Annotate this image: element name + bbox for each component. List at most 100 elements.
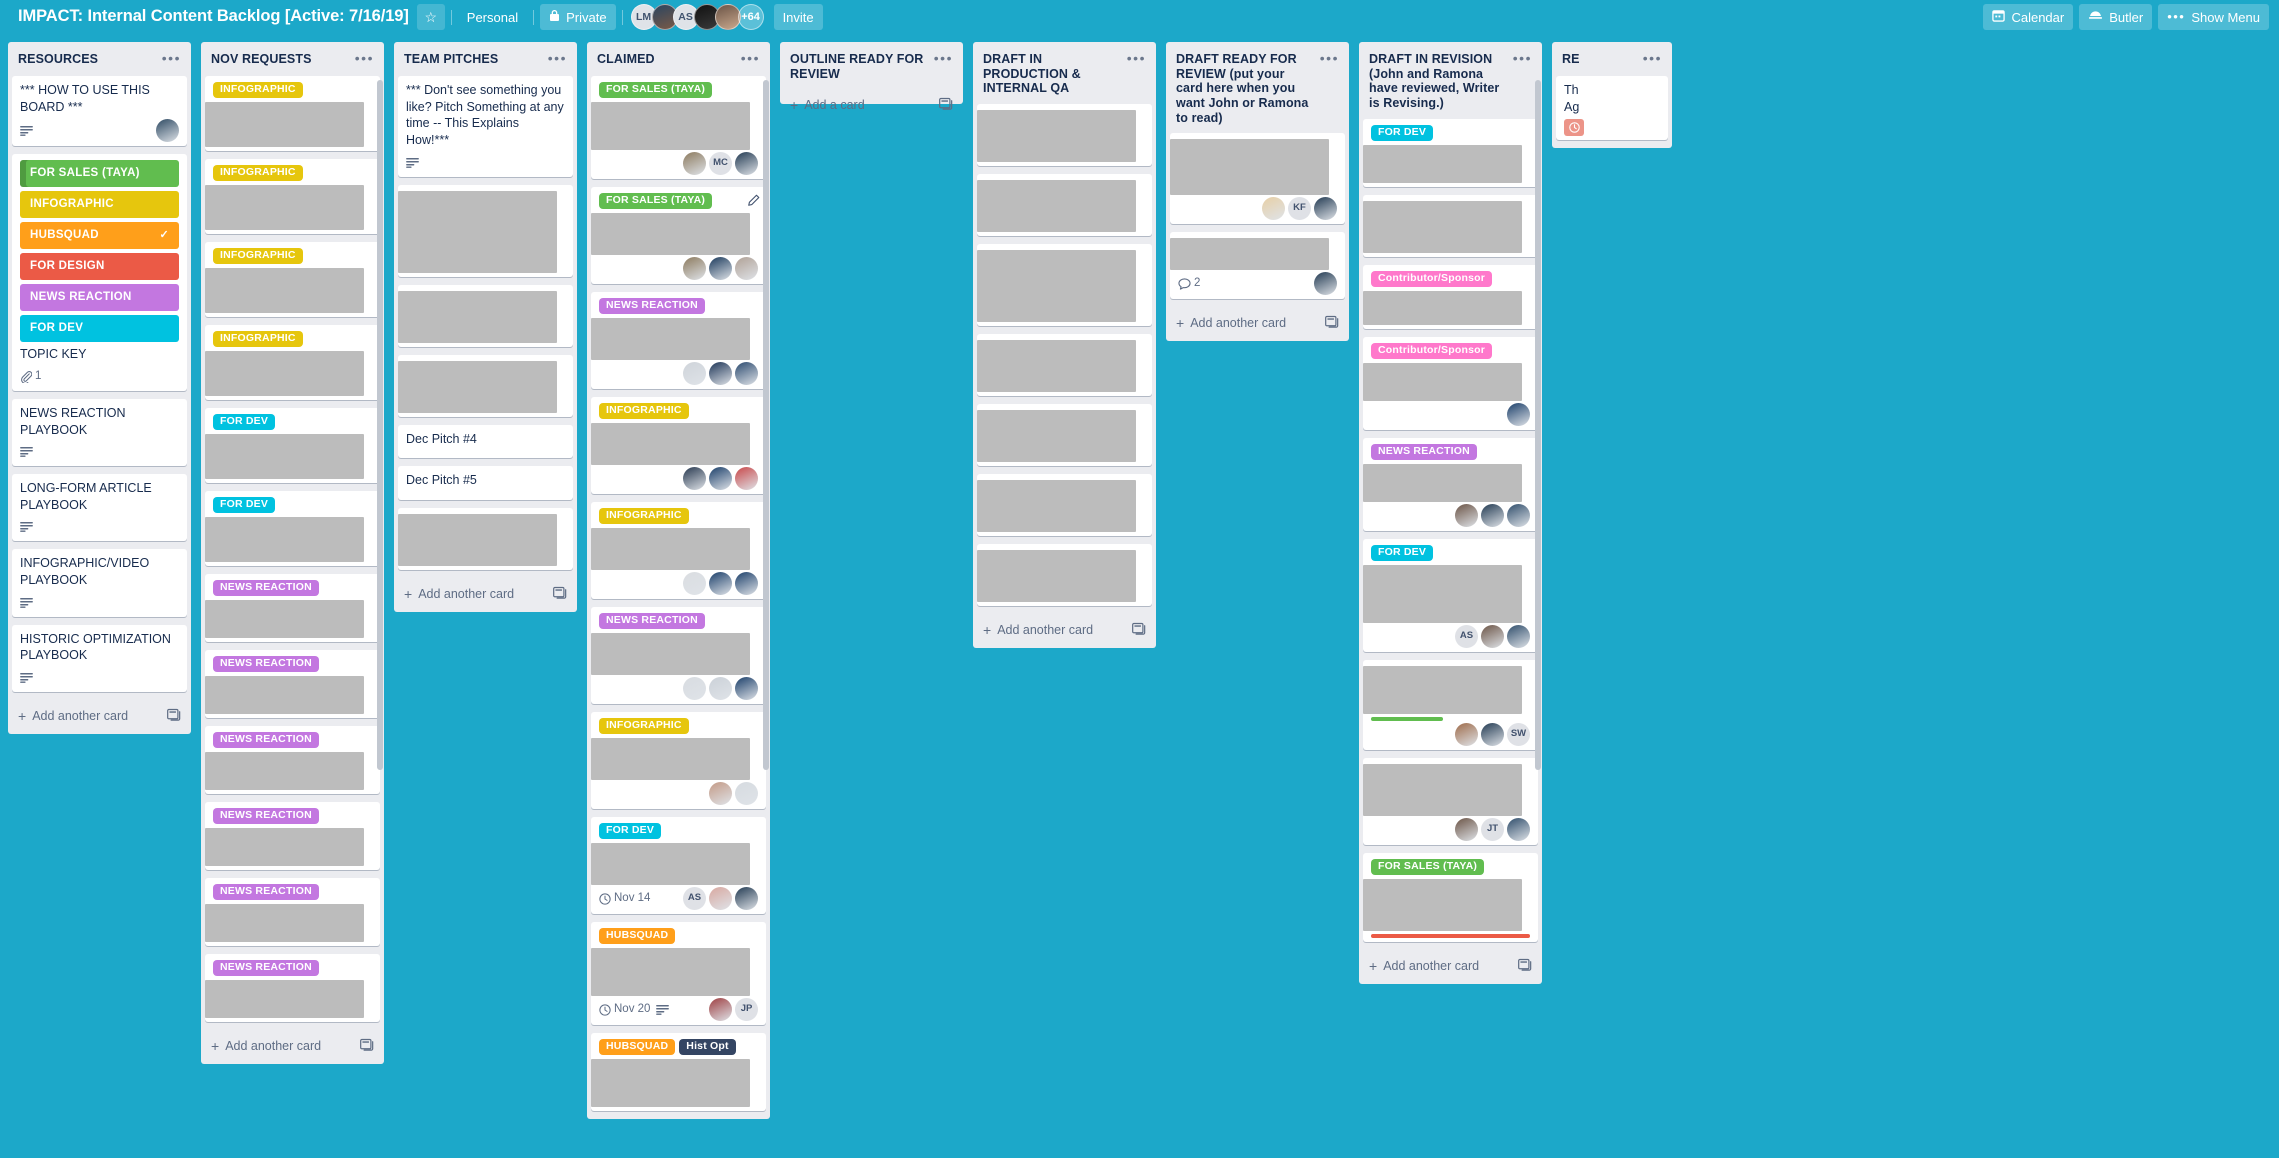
avatar[interactable]: AS — [683, 887, 706, 910]
list-title[interactable]: DRAFT IN REVISION (John and Ramona have … — [1369, 52, 1507, 111]
show-menu-button[interactable]: ••• Show Menu — [2158, 4, 2269, 30]
card[interactable]: NEWS REACTION — [591, 607, 766, 704]
avatar[interactable] — [1481, 722, 1504, 746]
card[interactable]: FOR DEV — [205, 408, 380, 483]
avatar[interactable] — [714, 4, 741, 30]
card[interactable]: *** HOW TO USE THIS BOARD *** — [12, 76, 187, 147]
legend-label[interactable]: NEWS REACTION — [20, 284, 179, 312]
card-label[interactable]: FOR SALES (TAYA) — [1371, 858, 1485, 875]
card[interactable]: NEWS REACTION — [1363, 437, 1538, 531]
list-menu-icon[interactable]: ••• — [932, 51, 955, 68]
card-label[interactable]: FOR DEV — [599, 823, 662, 839]
avatar[interactable] — [735, 887, 758, 910]
avatar[interactable] — [1507, 503, 1530, 527]
list-title[interactable]: NOV REQUESTS — [211, 52, 349, 67]
star-icon[interactable]: ☆ — [416, 4, 445, 30]
card-label[interactable]: FOR DEV — [213, 414, 276, 430]
avatar[interactable]: MC — [709, 152, 732, 175]
card[interactable]: NEWS REACTION — [205, 650, 380, 718]
avatar[interactable] — [709, 467, 732, 490]
list-menu-icon[interactable]: ••• — [739, 51, 762, 68]
list-title[interactable]: DRAFT IN PRODUCTION & INTERNAL QA — [983, 52, 1121, 96]
card-label[interactable]: NEWS REACTION — [213, 808, 319, 824]
avatar[interactable] — [735, 362, 758, 385]
add-card-button[interactable]: + Add another card — [1166, 307, 1349, 341]
card[interactable] — [1363, 194, 1538, 257]
list-scrollbar[interactable] — [377, 80, 383, 770]
avatar[interactable] — [1314, 272, 1337, 296]
card[interactable]: Contributor/Sponsor — [1363, 264, 1538, 329]
avatar[interactable] — [683, 362, 706, 385]
legend-label[interactable]: FOR DEV — [20, 315, 179, 343]
card[interactable]: INFOGRAPHIC — [205, 159, 380, 234]
card-label[interactable]: NEWS REACTION — [213, 884, 319, 900]
card-label[interactable]: Contributor/Sponsor — [1371, 342, 1493, 359]
card-template-icon[interactable] — [1325, 315, 1339, 331]
avatar[interactable] — [709, 257, 732, 280]
card[interactable]: Contributor/Sponsor — [1363, 336, 1538, 430]
list-menu-icon[interactable]: ••• — [1125, 51, 1148, 68]
card-label[interactable]: NEWS REACTION — [213, 960, 319, 976]
more-members-badge[interactable]: +64 — [737, 4, 764, 30]
card[interactable]: Dec Pitch #5 — [398, 466, 573, 500]
card[interactable]: Dec Pitch #4 — [398, 424, 573, 459]
avatar[interactable] — [735, 677, 758, 700]
avatar[interactable]: KF — [1288, 197, 1311, 221]
card[interactable] — [977, 103, 1152, 166]
card[interactable] — [977, 403, 1152, 466]
legend-label[interactable]: FOR SALES (TAYA) — [20, 160, 179, 188]
card-label[interactable]: INFOGRAPHIC — [213, 248, 303, 264]
butler-button[interactable]: Butler — [2079, 4, 2153, 30]
card-label[interactable]: Contributor/Sponsor — [1371, 270, 1493, 287]
card[interactable]: INFOGRAPHIC — [205, 242, 380, 317]
avatar[interactable] — [1262, 197, 1285, 221]
list-menu-icon[interactable]: ••• — [1318, 51, 1341, 68]
legend-label[interactable]: HUBSQUAD ✓ — [20, 222, 179, 250]
card[interactable]: NEWS REACTION — [205, 574, 380, 642]
avatar[interactable] — [1481, 503, 1504, 527]
card[interactable]: FOR SALES (TAYA) — [591, 187, 766, 284]
card[interactable]: FOR DEV Nov 14 AS — [591, 817, 766, 914]
team-button[interactable]: Personal — [458, 4, 527, 30]
avatar[interactable] — [709, 677, 732, 700]
card[interactable]: FOR SALES (TAYA) INFOGRAPHIC HUBSQUAD ✓ FOR … — [12, 154, 187, 391]
avatar[interactable] — [1507, 624, 1530, 648]
add-card-button[interactable]: + Add another card — [394, 578, 577, 612]
overdue-badge[interactable] — [1564, 119, 1584, 137]
card[interactable]: Th Ag — [1556, 76, 1668, 141]
card[interactable]: INFOGRAPHIC — [205, 325, 380, 400]
avatar[interactable] — [683, 467, 706, 490]
avatar[interactable] — [1507, 817, 1530, 841]
card[interactable]: FOR DEV AS — [1363, 538, 1538, 652]
card-label[interactable]: INFOGRAPHIC — [213, 331, 303, 347]
card[interactable]: HISTORIC OPTIMIZATION PLAYBOOK — [12, 624, 187, 692]
due-date-badge[interactable]: Nov 14 — [599, 891, 650, 906]
card-label[interactable]: NEWS REACTION — [213, 656, 319, 672]
card[interactable]: KF — [1170, 133, 1345, 225]
list-menu-icon[interactable]: ••• — [1511, 51, 1534, 68]
card-template-icon[interactable] — [1132, 622, 1146, 638]
card[interactable]: FOR SALES (TAYA) MC — [591, 76, 766, 179]
card[interactable]: NEWS REACTION — [205, 802, 380, 870]
avatar[interactable]: JP — [735, 998, 758, 1021]
list-title[interactable]: RESOURCES — [18, 52, 156, 67]
card[interactable]: NEWS REACTION — [205, 878, 380, 946]
list-menu-icon[interactable]: ••• — [353, 51, 376, 68]
card-label[interactable]: FOR SALES (TAYA) — [599, 193, 713, 209]
avatar[interactable] — [1314, 197, 1337, 221]
avatar[interactable] — [683, 257, 706, 280]
card-label[interactable]: NEWS REACTION — [599, 298, 705, 314]
card-template-icon[interactable] — [553, 586, 567, 602]
list-scrollbar[interactable] — [763, 80, 769, 770]
card[interactable]: NEWS REACTION — [591, 292, 766, 389]
edit-icon[interactable] — [747, 194, 760, 212]
card-template-icon[interactable] — [939, 97, 953, 113]
avatar[interactable] — [709, 887, 732, 910]
avatar[interactable] — [1455, 817, 1478, 841]
card[interactable]: 2 — [1170, 232, 1345, 300]
add-card-button[interactable]: + Add another card — [8, 700, 191, 734]
list-title[interactable]: OUTLINE READY FOR REVIEW — [790, 52, 928, 81]
card[interactable]: NEWS REACTION — [205, 726, 380, 794]
card[interactable]: INFOGRAPHIC — [205, 76, 380, 151]
avatar[interactable] — [1481, 624, 1504, 648]
